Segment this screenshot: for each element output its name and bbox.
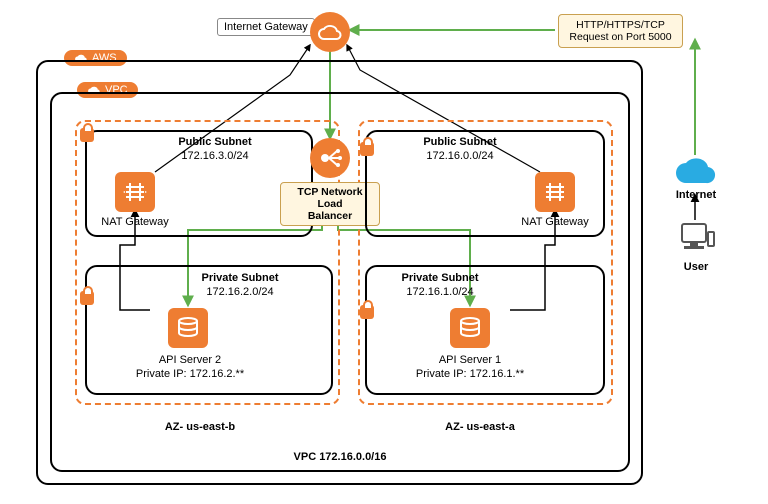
vpc-footer: VPC 172.16.0.0/16 [260,450,420,464]
internet-gateway-icon [310,12,350,52]
lock-icon [360,142,374,156]
nat-gateway-b-label: NAT Gateway [100,215,170,229]
lock-icon [80,291,94,305]
user-icon [676,222,716,263]
public-subnet-b-label: Public Subnet 172.16.3.0/24 [155,135,275,164]
internet-icon [672,155,720,190]
lock-icon [360,305,374,319]
load-balancer-icon [310,138,350,178]
public-subnet-a-label: Public Subnet 172.16.0.0/24 [400,135,520,164]
nat-gateway-a-label: NAT Gateway [520,215,590,229]
user-label: User [676,260,716,274]
private-subnet-b-label: Private Subnet 172.16.2.0/24 [180,271,300,300]
request-text: HTTP/HTTPS/TCP Request on Port 5000 [569,19,671,43]
api-server-1-label: API Server 1 Private IP: 172.16.1.** [400,353,540,382]
internet-label: Internet [672,188,720,202]
api-server-2-icon [168,308,208,348]
lock-icon [80,128,94,142]
private-subnet-a-label: Private Subnet 172.16.1.0/24 [380,271,500,300]
api-server-1-icon [450,308,490,348]
api-server-2-label: API Server 2 Private IP: 172.16.2.** [120,353,260,382]
nat-gateway-b-icon [115,172,155,212]
request-label-box: HTTP/HTTPS/TCP Request on Port 5000 [558,14,683,48]
internet-gateway-label: Internet Gateway [217,18,315,36]
az-b-label: AZ- us-east-b [130,420,270,434]
nat-gateway-a-icon [535,172,575,212]
az-a-label: AZ- us-east-a [410,420,550,434]
